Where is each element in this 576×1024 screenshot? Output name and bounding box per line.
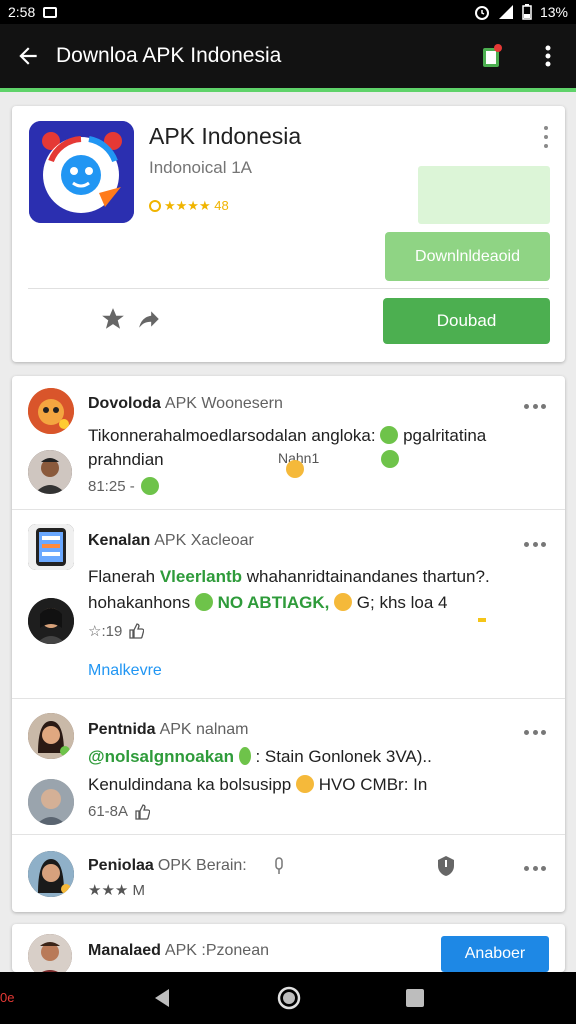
rating-badge-icon xyxy=(149,200,161,212)
avatar[interactable] xyxy=(28,450,72,494)
battery-icon xyxy=(522,4,532,20)
comment-item: Kenalan APK Xacleoar Flanerah Vleerlantb … xyxy=(12,510,565,698)
app-name: APK Indonesia xyxy=(149,123,302,149)
emoji-icon xyxy=(334,593,353,611)
star-icon[interactable] xyxy=(100,306,126,332)
card-divider xyxy=(28,288,549,289)
nav-left-text: 0e xyxy=(0,990,15,1005)
emoji-icon xyxy=(295,775,314,793)
navigation-bar: 0e xyxy=(0,972,576,1024)
back-arrow-icon xyxy=(19,47,37,65)
robot-avatar-icon xyxy=(28,388,74,434)
comment-text-line2: Kenuldindana ka bolsusipp HVO CMBr: In xyxy=(88,775,428,794)
comment-item: Peniolaa OPK Berain: ★★★ M xyxy=(12,835,565,912)
pale-placeholder-box xyxy=(418,166,550,224)
comment-meta: ☆:19 xyxy=(88,622,145,640)
comment-author[interactable]: Peniolaa OPK Berain: xyxy=(88,857,247,875)
alarm-icon xyxy=(474,6,489,20)
thumbs-up-icon[interactable] xyxy=(134,803,151,820)
comment-text-line2: hohakanhons NO ABTIAGK, G; khs loa 4 xyxy=(88,593,448,612)
person-avatar-icon xyxy=(28,450,72,494)
avatar[interactable] xyxy=(28,524,74,570)
status-bar: 2:58 13% xyxy=(0,0,576,24)
emoji-icon xyxy=(194,593,213,611)
app-info-card: APK Indonesia Indonoical 1A ★★★★ 48 Down… xyxy=(12,106,565,362)
shield-icon[interactable] xyxy=(436,855,456,877)
avatar[interactable] xyxy=(28,713,74,759)
secondary-download-button[interactable]: Downlnldeaoid xyxy=(385,232,550,281)
comments-card: Dovoloda APK Woonesern Tikonnerahalmoedla… xyxy=(12,376,565,912)
comment-item: Dovoloda APK Woonesern Tikonnerahalmoedla… xyxy=(12,376,565,509)
comment-text: Tikonnerahalmoedlarsodalan angloka: pgal… xyxy=(88,426,487,445)
person-avatar-icon xyxy=(28,598,74,644)
signal-icon xyxy=(498,5,513,19)
comment-rating: ★★★ M xyxy=(88,882,146,899)
status-time: 2:58 xyxy=(8,4,36,20)
emoji-icon xyxy=(380,426,399,444)
comment-author[interactable]: Kenalan APK Xacleoar xyxy=(88,532,254,550)
see-more-link[interactable]: Mnalkevre xyxy=(88,662,162,680)
app-logo xyxy=(29,121,134,223)
comment-author[interactable]: Manalaed APK :Pzonean xyxy=(88,942,269,960)
app-bar: Downloa APK Indonesia xyxy=(0,24,576,92)
comment-author[interactable]: Pentnida APK nalnam xyxy=(88,721,249,739)
nav-home-icon[interactable] xyxy=(276,985,302,1011)
emoji-icon xyxy=(286,460,304,478)
comment-item: Pentnida APK nalnam @nolsalgnnoakan : Sta… xyxy=(12,699,565,834)
back-button[interactable] xyxy=(0,24,56,88)
emoji-icon xyxy=(381,450,399,468)
avatar[interactable] xyxy=(28,779,74,825)
answer-button[interactable]: Anaboer xyxy=(441,936,549,972)
comment-text: Flanerah Vleerlantb whahanridtainandanes… xyxy=(88,567,490,586)
person-avatar-icon xyxy=(28,779,74,825)
decorative-mark xyxy=(478,618,486,622)
person-avatar-icon xyxy=(28,934,72,972)
phone-avatar-icon xyxy=(28,524,74,570)
nav-recents-icon[interactable] xyxy=(405,988,425,1008)
comment-text: @nolsalgnnoakan : Stain Gonlonek 3VA).. xyxy=(88,747,432,766)
thumbs-up-icon[interactable] xyxy=(128,623,145,639)
emoji-icon xyxy=(238,747,251,765)
comment-more-button[interactable] xyxy=(524,542,546,548)
comment-author[interactable]: Dovoloda APK Woonesern xyxy=(88,395,283,413)
avatar[interactable] xyxy=(28,934,72,972)
avatar[interactable] xyxy=(28,598,74,644)
battery-percent: 13% xyxy=(539,4,568,20)
nav-back-icon[interactable] xyxy=(151,987,173,1009)
app-logo-icon xyxy=(29,121,134,223)
emoji-icon xyxy=(140,477,159,495)
avatar[interactable] xyxy=(28,851,74,897)
comment-more-button[interactable] xyxy=(524,730,546,736)
app-bar-title: Downloa APK Indonesia xyxy=(56,44,282,67)
app-rating-text: ★★★★ 48 xyxy=(164,198,229,213)
overflow-menu-icon xyxy=(545,45,551,67)
overflow-menu-button[interactable] xyxy=(520,24,576,88)
comment-more-button[interactable] xyxy=(524,866,546,872)
comment-text-line2: prahndian xyxy=(88,450,164,469)
comment-more-button[interactable] xyxy=(524,404,546,410)
share-icon[interactable] xyxy=(136,306,162,332)
avatar[interactable] xyxy=(28,388,74,434)
person-avatar-icon xyxy=(28,851,74,897)
notification-icon xyxy=(483,44,502,67)
app-card-more-button[interactable] xyxy=(541,126,551,148)
comment-meta: 61-8A xyxy=(88,803,151,820)
notification-button[interactable] xyxy=(464,24,520,88)
download-button[interactable]: Doubad xyxy=(383,298,550,344)
comment-meta: 81:25 - xyxy=(88,477,159,495)
image-icon xyxy=(43,6,58,18)
app-rating: ★★★★ 48 xyxy=(149,198,229,214)
mic-icon xyxy=(275,857,283,874)
person-avatar-icon xyxy=(28,713,74,759)
app-subtitle: Indonoical 1A xyxy=(149,158,253,177)
bottom-comment-card: Manalaed APK :Pzonean Anaboer xyxy=(12,924,565,972)
